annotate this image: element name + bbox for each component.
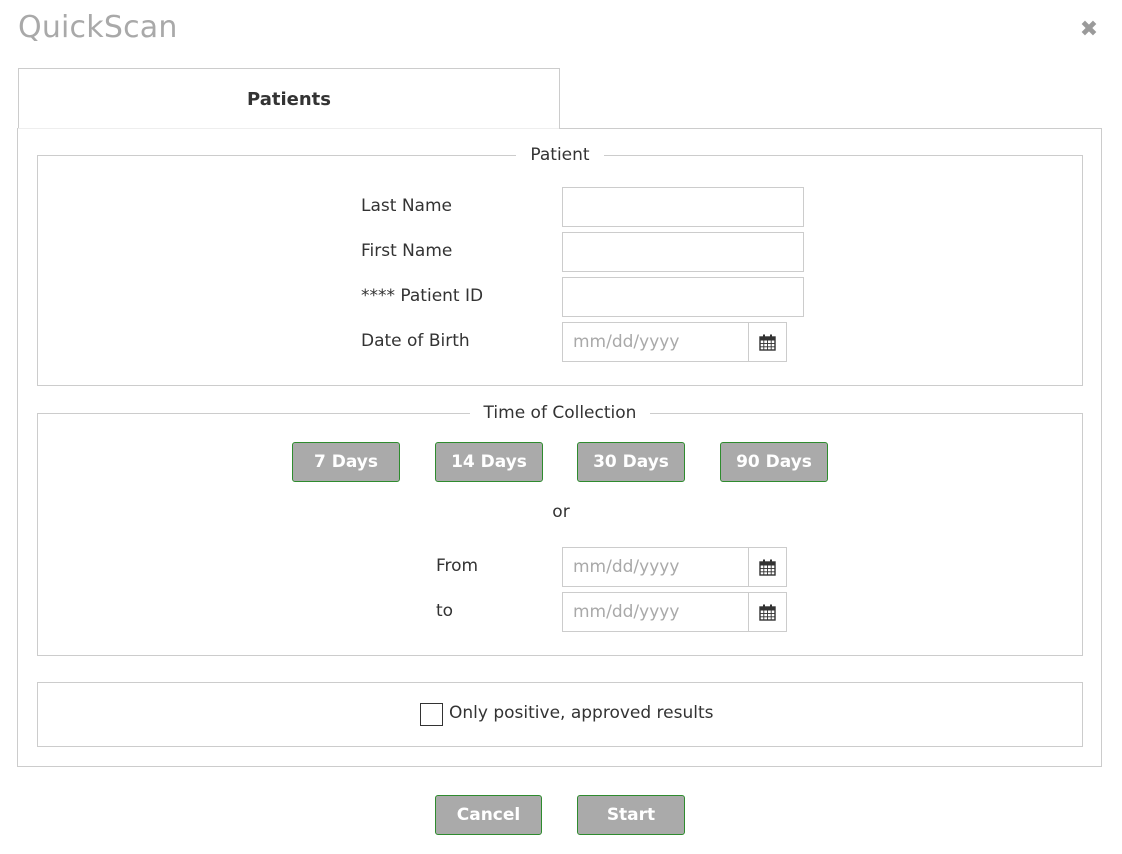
range-7-days-button[interactable]: 7 Days xyxy=(292,442,400,482)
dob-input[interactable] xyxy=(562,322,748,362)
last-name-label: Last Name xyxy=(361,196,452,216)
to-date-picker xyxy=(562,592,787,632)
range-30-days-button[interactable]: 30 Days xyxy=(577,442,685,482)
or-separator: or xyxy=(552,502,570,522)
from-date-input[interactable] xyxy=(562,547,748,587)
last-name-input[interactable] xyxy=(562,187,804,227)
tab-label: Patients xyxy=(247,88,331,110)
collection-fieldset: Time of Collection xyxy=(37,403,1083,656)
to-label: to xyxy=(436,601,454,621)
first-name-label: First Name xyxy=(361,241,453,261)
tab-divider xyxy=(18,128,559,129)
only-positive-label[interactable]: Only positive, approved results xyxy=(449,703,714,723)
dob-label: Date of Birth xyxy=(361,331,470,351)
dob-date-picker xyxy=(562,322,787,362)
from-label: From xyxy=(436,556,479,576)
dialog-title: QuickScan xyxy=(18,10,178,45)
only-positive-checkbox[interactable] xyxy=(420,703,443,726)
patient-legend: Patient xyxy=(530,145,590,165)
start-button[interactable]: Start xyxy=(577,795,685,835)
first-name-input[interactable] xyxy=(562,232,804,272)
tab-patients[interactable]: Patients xyxy=(18,68,560,129)
close-button[interactable]: ✖ xyxy=(1078,18,1100,42)
calendar-icon xyxy=(759,559,776,576)
dob-calendar-button[interactable] xyxy=(748,322,787,362)
to-date-input[interactable] xyxy=(562,592,748,632)
from-calendar-button[interactable] xyxy=(748,547,787,587)
patient-id-label: **** Patient ID xyxy=(361,286,484,306)
collection-legend: Time of Collection xyxy=(483,403,637,423)
range-14-days-button[interactable]: 14 Days xyxy=(435,442,543,482)
cancel-button[interactable]: Cancel xyxy=(435,795,542,835)
calendar-icon xyxy=(759,334,776,351)
range-90-days-button[interactable]: 90 Days xyxy=(720,442,828,482)
from-date-picker xyxy=(562,547,787,587)
close-icon: ✖ xyxy=(1079,17,1099,42)
to-calendar-button[interactable] xyxy=(748,592,787,632)
patient-id-input[interactable] xyxy=(562,277,804,317)
patient-fieldset: Patient xyxy=(37,145,1083,386)
calendar-icon xyxy=(759,604,776,621)
